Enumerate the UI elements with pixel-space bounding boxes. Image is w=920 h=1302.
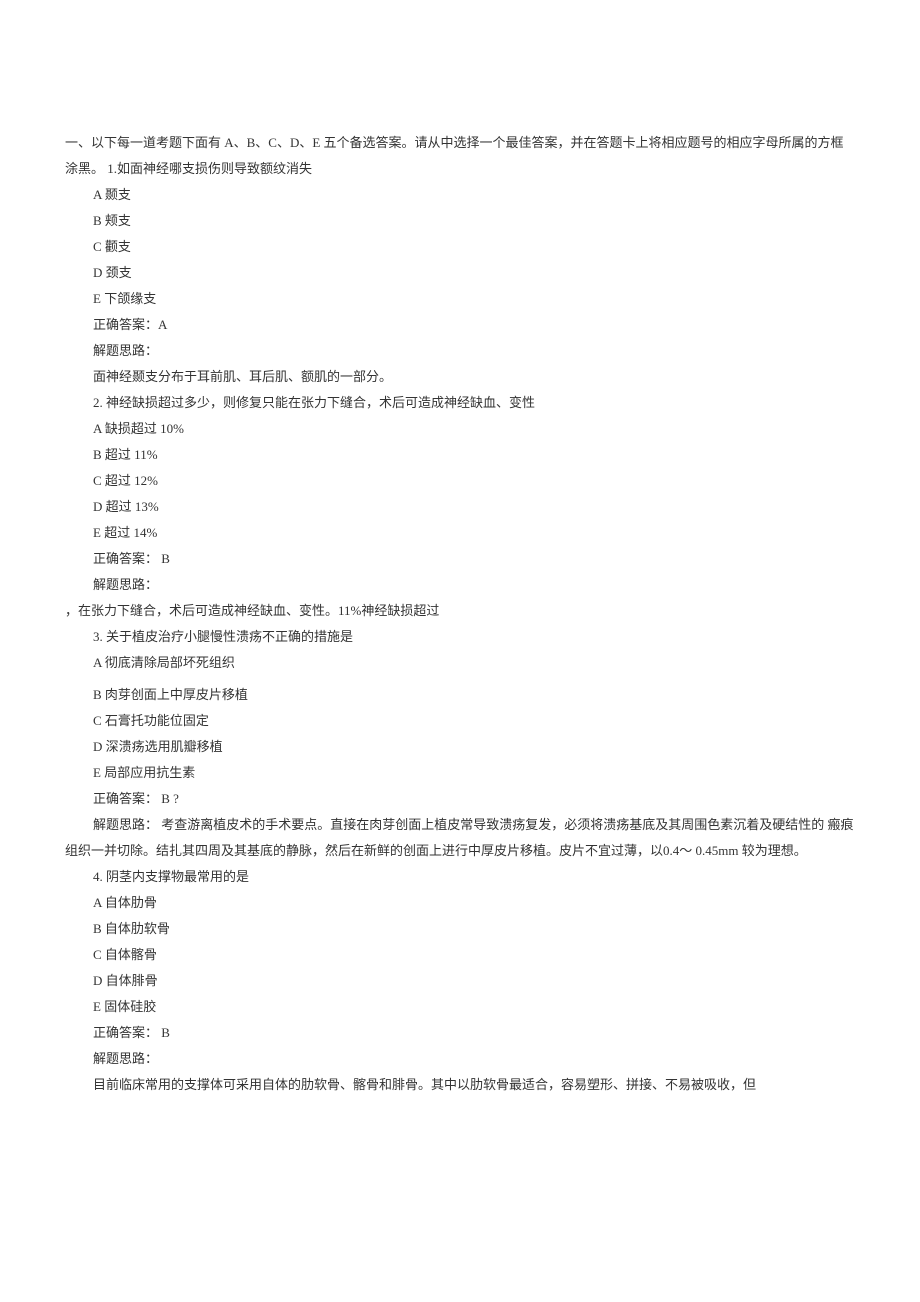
instructions: 一、以下每一道考题下面有 A、B、C、D、E 五个备选答案。请从中选择一个最佳答… [65, 130, 855, 182]
q2-option-a: A 缺损超过 10% [65, 416, 855, 442]
q2-explain-header: 解题思路： [65, 572, 855, 598]
q3-option-e: E 局部应用抗生素 [65, 760, 855, 786]
q2-option-c: C 超过 12% [65, 468, 855, 494]
q4-option-c: C 自体髂骨 [65, 942, 855, 968]
q1-option-d: D 颈支 [65, 260, 855, 286]
q2-option-b: B 超过 11% [65, 442, 855, 468]
q4-option-b: B 自体肋软骨 [65, 916, 855, 942]
q1-explain: 面神经颞支分布于耳前肌、耳后肌、额肌的一部分。 [65, 364, 855, 390]
q1-answer: 正确答案：A [65, 312, 855, 338]
q1-option-e: E 下颌缘支 [65, 286, 855, 312]
q4-explain: 目前临床常用的支撑体可采用自体的肋软骨、髂骨和腓骨。其中以肋软骨最适合，容易塑形… [65, 1072, 855, 1098]
q3-option-b: B 肉芽创面上中厚皮片移植 [65, 682, 855, 708]
q4-stem: 4. 阴茎内支撑物最常用的是 [65, 864, 855, 890]
q2-stem: 2. 神经缺损超过多少，则修复只能在张力下缝合，术后可造成神经缺血、变性 [65, 390, 855, 416]
q3-option-d: D 深溃疡选用肌瓣移植 [65, 734, 855, 760]
q3-option-a: A 彻底清除局部坏死组织 [65, 650, 855, 676]
q3-stem: 3. 关于植皮治疗小腿慢性溃疡不正确的措施是 [65, 624, 855, 650]
q2-option-d: D 超过 13% [65, 494, 855, 520]
q2-explain: ，在张力下缝合，术后可造成神经缺血、变性。11%神经缺损超过 [65, 598, 855, 624]
q3-option-c: C 石膏托功能位固定 [65, 708, 855, 734]
q4-option-e: E 固体硅胶 [65, 994, 855, 1020]
q1-option-c: C 颧支 [65, 234, 855, 260]
q4-option-a: A 自体肋骨 [65, 890, 855, 916]
q4-answer: 正确答案： B [65, 1020, 855, 1046]
q4-option-d: D 自体腓骨 [65, 968, 855, 994]
q1-explain-header: 解题思路： [65, 338, 855, 364]
q2-option-e: E 超过 14% [65, 520, 855, 546]
q3-answer: 正确答案： B ? [65, 786, 855, 812]
q2-answer: 正确答案： B [65, 546, 855, 572]
q4-explain-header: 解题思路： [65, 1046, 855, 1072]
q1-option-a: A 颞支 [65, 182, 855, 208]
q1-option-b: B 颊支 [65, 208, 855, 234]
q3-explain: 解题思路： 考查游离植皮术的手术要点。直接在肉芽创面上植皮常导致溃疡复发，必须将… [65, 812, 855, 864]
